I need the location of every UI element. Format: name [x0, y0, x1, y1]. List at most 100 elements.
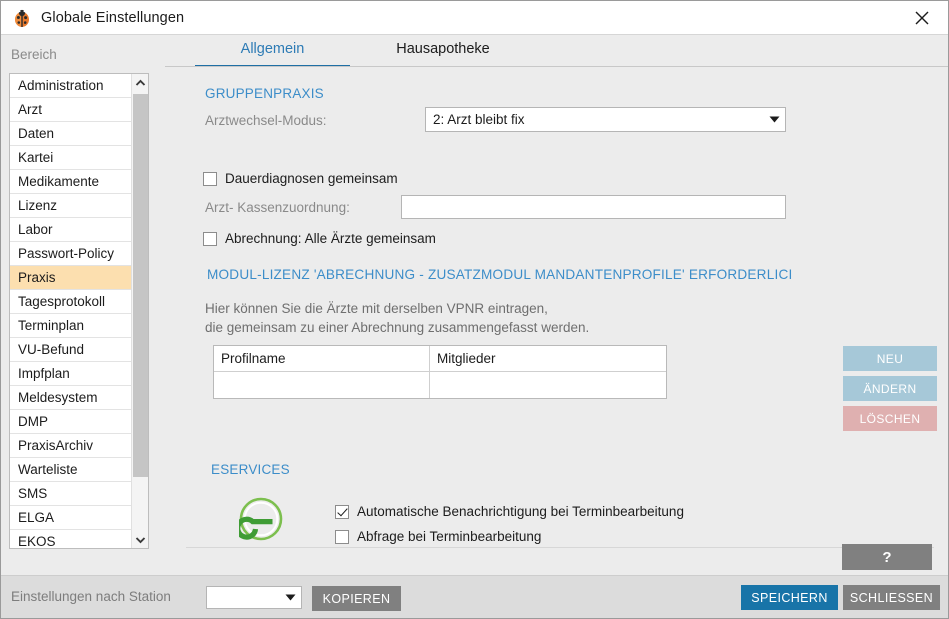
help-button[interactable]: ? [842, 544, 932, 570]
sidebar-item-administration[interactable]: Administration [10, 74, 132, 98]
sidebar-item-ekos[interactable]: EKOS [10, 530, 132, 549]
eservices-e-logo-icon [235, 497, 283, 541]
tab-allgemein[interactable]: Allgemein [195, 38, 350, 67]
close-dialog-button[interactable]: SCHLIESSEN [843, 585, 940, 610]
section-eservices-heading: ESERVICES [211, 462, 290, 477]
abfrage-label: Abfrage bei Terminbearbeitung [357, 529, 542, 544]
sidebar: Bereich Administration Arzt Daten Kartei Med… [1, 35, 164, 576]
sidebar-item-daten[interactable]: Daten [10, 122, 132, 146]
sidebar-item-label: VU-Befund [18, 342, 85, 357]
settings-content: GRUPPENPRAXIS Arztwechsel-Modus: 2: Arzt… [165, 67, 948, 576]
new-profile-button[interactable]: NEU [843, 346, 937, 371]
cell-mitglieder [430, 372, 666, 398]
abfrage-checkbox[interactable] [335, 529, 349, 544]
sidebar-item-lizenz[interactable]: Lizenz [10, 194, 132, 218]
sidebar-item-label: Terminplan [18, 318, 85, 333]
arztwechsel-modus-value: 2: Arzt bleibt fix [433, 112, 525, 127]
delete-profile-button[interactable]: LÖSCHEN [843, 406, 937, 431]
sidebar-item-label: Administration [18, 78, 104, 93]
chevron-up-icon [135, 79, 146, 86]
sidebar-item-label: Impfplan [18, 366, 70, 381]
tab-hausapotheke-label: Hausapotheke [396, 41, 490, 57]
sidebar-item-warteliste[interactable]: Warteliste [10, 458, 132, 482]
sidebar-item-label: Arzt [18, 102, 43, 117]
sidebar-item-label: Meldesystem [18, 390, 98, 405]
sidebar-item-terminplan[interactable]: Terminplan [10, 314, 132, 338]
station-copy-label: Einstellungen nach Station [11, 589, 171, 604]
sidebar-item-label: PraxisArchiv [18, 438, 94, 453]
sidebar-item-sms[interactable]: SMS [10, 482, 132, 506]
copy-button[interactable]: KOPIEREN [312, 586, 401, 611]
sidebar-item-vu-befund[interactable]: VU-Befund [10, 338, 132, 362]
abrechnung-checkbox-row[interactable]: Abrechnung: Alle Ärzte gemeinsam [203, 231, 436, 246]
abfrage-checkbox-row[interactable]: Abfrage bei Terminbearbeitung [335, 529, 541, 544]
scrollbar-thumb[interactable] [133, 94, 148, 477]
sidebar-item-tagesprotokoll[interactable]: Tagesprotokoll [10, 290, 132, 314]
edit-profile-button[interactable]: ÄNDERN [843, 376, 937, 401]
chevron-down-icon [279, 594, 301, 601]
profile-table[interactable]: Profilname Mitglieder [213, 345, 667, 399]
sidebar-item-label: DMP [18, 414, 48, 429]
sidebar-item-label: Labor [18, 222, 53, 237]
tab-bar: Allgemein Hausapotheke [165, 35, 948, 67]
sidebar-item-passwort-policy[interactable]: Passwort-Policy [10, 242, 132, 266]
abrechnung-label: Abrechnung: Alle Ärzte gemeinsam [225, 231, 436, 246]
sidebar-item-dmp[interactable]: DMP [10, 410, 132, 434]
sidebar-item-labor[interactable]: Labor [10, 218, 132, 242]
sidebar-item-arzt[interactable]: Arzt [10, 98, 132, 122]
column-header-mitglieder: Mitglieder [437, 351, 496, 366]
sidebar-item-medikamente[interactable]: Medikamente [10, 170, 132, 194]
lizenz-description-line2: die gemeinsam zu einer Abrechnung zusamm… [205, 320, 590, 335]
sidebar-item-label: Praxis [18, 270, 56, 285]
scroll-down-button[interactable] [132, 531, 148, 548]
scroll-up-button[interactable] [132, 74, 148, 91]
sidebar-item-label: Tagesprotokoll [18, 294, 106, 309]
sidebar-item-label: Lizenz [18, 198, 58, 213]
sidebar-item-label: Kartei [18, 150, 54, 165]
auto-notification-label: Automatische Benachrichtigung bei Termin… [357, 504, 684, 519]
sidebar-item-label: Daten [18, 126, 55, 141]
sidebar-list: Administration Arzt Daten Kartei Medikamente… [9, 73, 149, 549]
title-bar: Globale Einstellungen [1, 1, 948, 34]
sidebar-item-label: Warteliste [18, 462, 78, 477]
save-button[interactable]: SPEICHERN [741, 585, 838, 610]
section-gruppenpraxis-heading: GRUPPENPRAXIS [205, 86, 324, 101]
auto-notification-checkbox-row[interactable]: Automatische Benachrichtigung bei Termin… [335, 504, 684, 519]
chevron-down-icon [135, 536, 146, 543]
tab-allgemein-label: Allgemein [240, 41, 305, 57]
sidebar-item-praxisarchiv[interactable]: PraxisArchiv [10, 434, 132, 458]
table-row[interactable] [214, 372, 666, 398]
sidebar-item-label: EKOS [18, 534, 56, 549]
station-select[interactable] [206, 586, 302, 609]
cell-profilname [214, 372, 430, 398]
sidebar-item-kartei[interactable]: Kartei [10, 146, 132, 170]
abrechnung-checkbox[interactable] [203, 231, 217, 246]
table-header-row: Profilname Mitglieder [214, 346, 666, 372]
sidebar-item-label: Passwort-Policy [18, 246, 115, 261]
sidebar-scrollbar[interactable] [131, 74, 148, 548]
footer-bar: Einstellungen nach Station KOPIEREN SPEI… [1, 575, 948, 618]
close-icon [915, 11, 929, 24]
dauerdiagnosen-checkbox-row[interactable]: Dauerdiagnosen gemeinsam [203, 171, 398, 186]
content-footer-divider [186, 547, 934, 548]
lizenz-description-line1: Hier können Sie die Ärzte mit derselben … [205, 301, 548, 316]
modul-lizenz-heading: MODUL-LIZENZ 'ABRECHNUNG - ZUSATZMODUL M… [207, 267, 793, 282]
sidebar-item-impfplan[interactable]: Impfplan [10, 362, 132, 386]
close-button[interactable] [896, 1, 948, 34]
dauerdiagnosen-checkbox[interactable] [203, 171, 217, 186]
sidebar-item-meldesystem[interactable]: Meldesystem [10, 386, 132, 410]
sidebar-item-elga[interactable]: ELGA [10, 506, 132, 530]
sidebar-item-label: ELGA [18, 510, 55, 525]
sidebar-item-praxis[interactable]: Praxis [10, 266, 132, 290]
kassenzuordnung-input[interactable] [401, 195, 786, 219]
main-panel: Allgemein Hausapotheke GRUPPENPRAXIS Arz… [165, 35, 948, 576]
sidebar-item-label: Medikamente [18, 174, 100, 189]
kassenzuordnung-label: Arzt- Kassenzuordnung: [205, 200, 350, 215]
arztwechsel-modus-select[interactable]: 2: Arzt bleibt fix [425, 107, 786, 132]
ladybug-icon [12, 8, 32, 28]
tab-hausapotheke[interactable]: Hausapotheke [358, 38, 528, 67]
chevron-down-icon [763, 116, 785, 123]
auto-notification-checkbox[interactable] [335, 504, 349, 519]
dauerdiagnosen-label: Dauerdiagnosen gemeinsam [225, 171, 398, 186]
arztwechsel-modus-label: Arztwechsel-Modus: [205, 113, 327, 128]
